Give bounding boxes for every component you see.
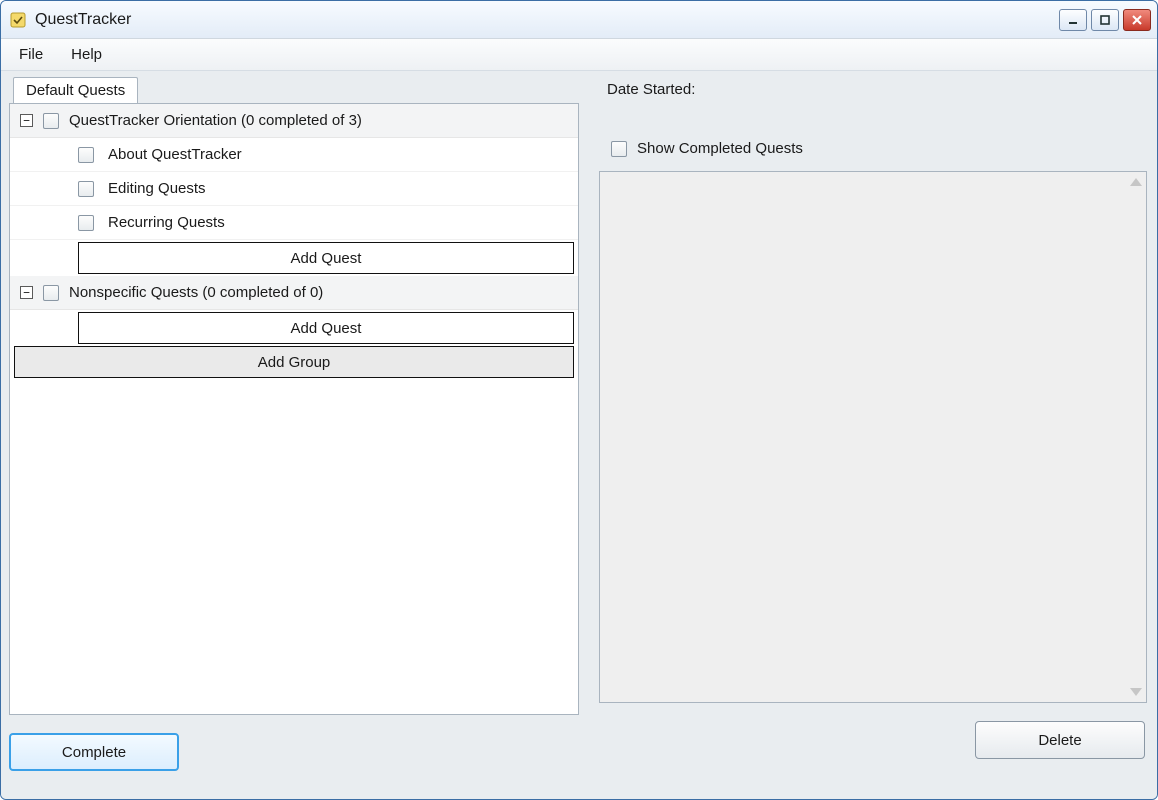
item-checkbox[interactable] [78, 215, 94, 231]
right-footer: Delete [599, 721, 1145, 759]
scroll-up-icon[interactable] [1130, 178, 1142, 186]
minimize-button[interactable] [1059, 9, 1087, 31]
close-button[interactable] [1123, 9, 1151, 31]
item-checkbox[interactable] [78, 181, 94, 197]
delete-button[interactable]: Delete [975, 721, 1145, 759]
group-label: QuestTracker Orientation (0 completed of… [69, 112, 362, 129]
titlebar: QuestTracker [1, 1, 1157, 39]
group-checkbox[interactable] [43, 113, 59, 129]
complete-button[interactable]: Complete [9, 733, 179, 771]
add-quest-button[interactable]: Add Quest [78, 312, 574, 344]
maximize-button[interactable] [1091, 9, 1119, 31]
tree-item-row[interactable]: Editing Quests [10, 172, 578, 206]
app-window: QuestTracker File Help Default [0, 0, 1158, 800]
show-completed-checkbox[interactable] [611, 141, 627, 157]
tree-group-row[interactable]: − QuestTracker Orientation (0 completed … [10, 104, 578, 138]
expander-icon[interactable]: − [20, 114, 33, 127]
left-footer: Complete [9, 733, 579, 771]
detail-panel [599, 171, 1147, 703]
menu-file[interactable]: File [19, 46, 43, 63]
tree-group-row[interactable]: − Nonspecific Quests (0 completed of 0) [10, 276, 578, 310]
menu-help[interactable]: Help [71, 46, 102, 63]
right-pane: Date Started: Show Completed Quests Dele… [599, 77, 1149, 789]
add-group-button[interactable]: Add Group [14, 346, 574, 378]
tab-default-quests[interactable]: Default Quests [13, 77, 138, 103]
item-label: Recurring Quests [108, 214, 225, 231]
add-quest-button[interactable]: Add Quest [78, 242, 574, 274]
group-checkbox[interactable] [43, 285, 59, 301]
show-completed-row: Show Completed Quests [611, 140, 1149, 157]
window-controls [1059, 9, 1151, 31]
app-icon [9, 11, 27, 29]
item-label: About QuestTracker [108, 146, 242, 163]
item-label: Editing Quests [108, 180, 206, 197]
show-completed-label: Show Completed Quests [637, 140, 803, 157]
menubar: File Help [1, 39, 1157, 71]
date-started-label: Date Started: [599, 77, 1149, 98]
item-checkbox[interactable] [78, 147, 94, 163]
scroll-down-icon[interactable] [1130, 688, 1142, 696]
tree-item-row[interactable]: Recurring Quests [10, 206, 578, 240]
client-area: Default Quests − QuestTracker Orientatio… [1, 71, 1157, 799]
tree-item-row[interactable]: About QuestTracker [10, 138, 578, 172]
quest-tree: − QuestTracker Orientation (0 completed … [9, 103, 579, 715]
expander-icon[interactable]: − [20, 286, 33, 299]
window-title: QuestTracker [35, 11, 131, 29]
group-label: Nonspecific Quests (0 completed of 0) [69, 284, 323, 301]
tab-strip: Default Quests [13, 77, 579, 103]
left-pane: Default Quests − QuestTracker Orientatio… [9, 77, 579, 789]
